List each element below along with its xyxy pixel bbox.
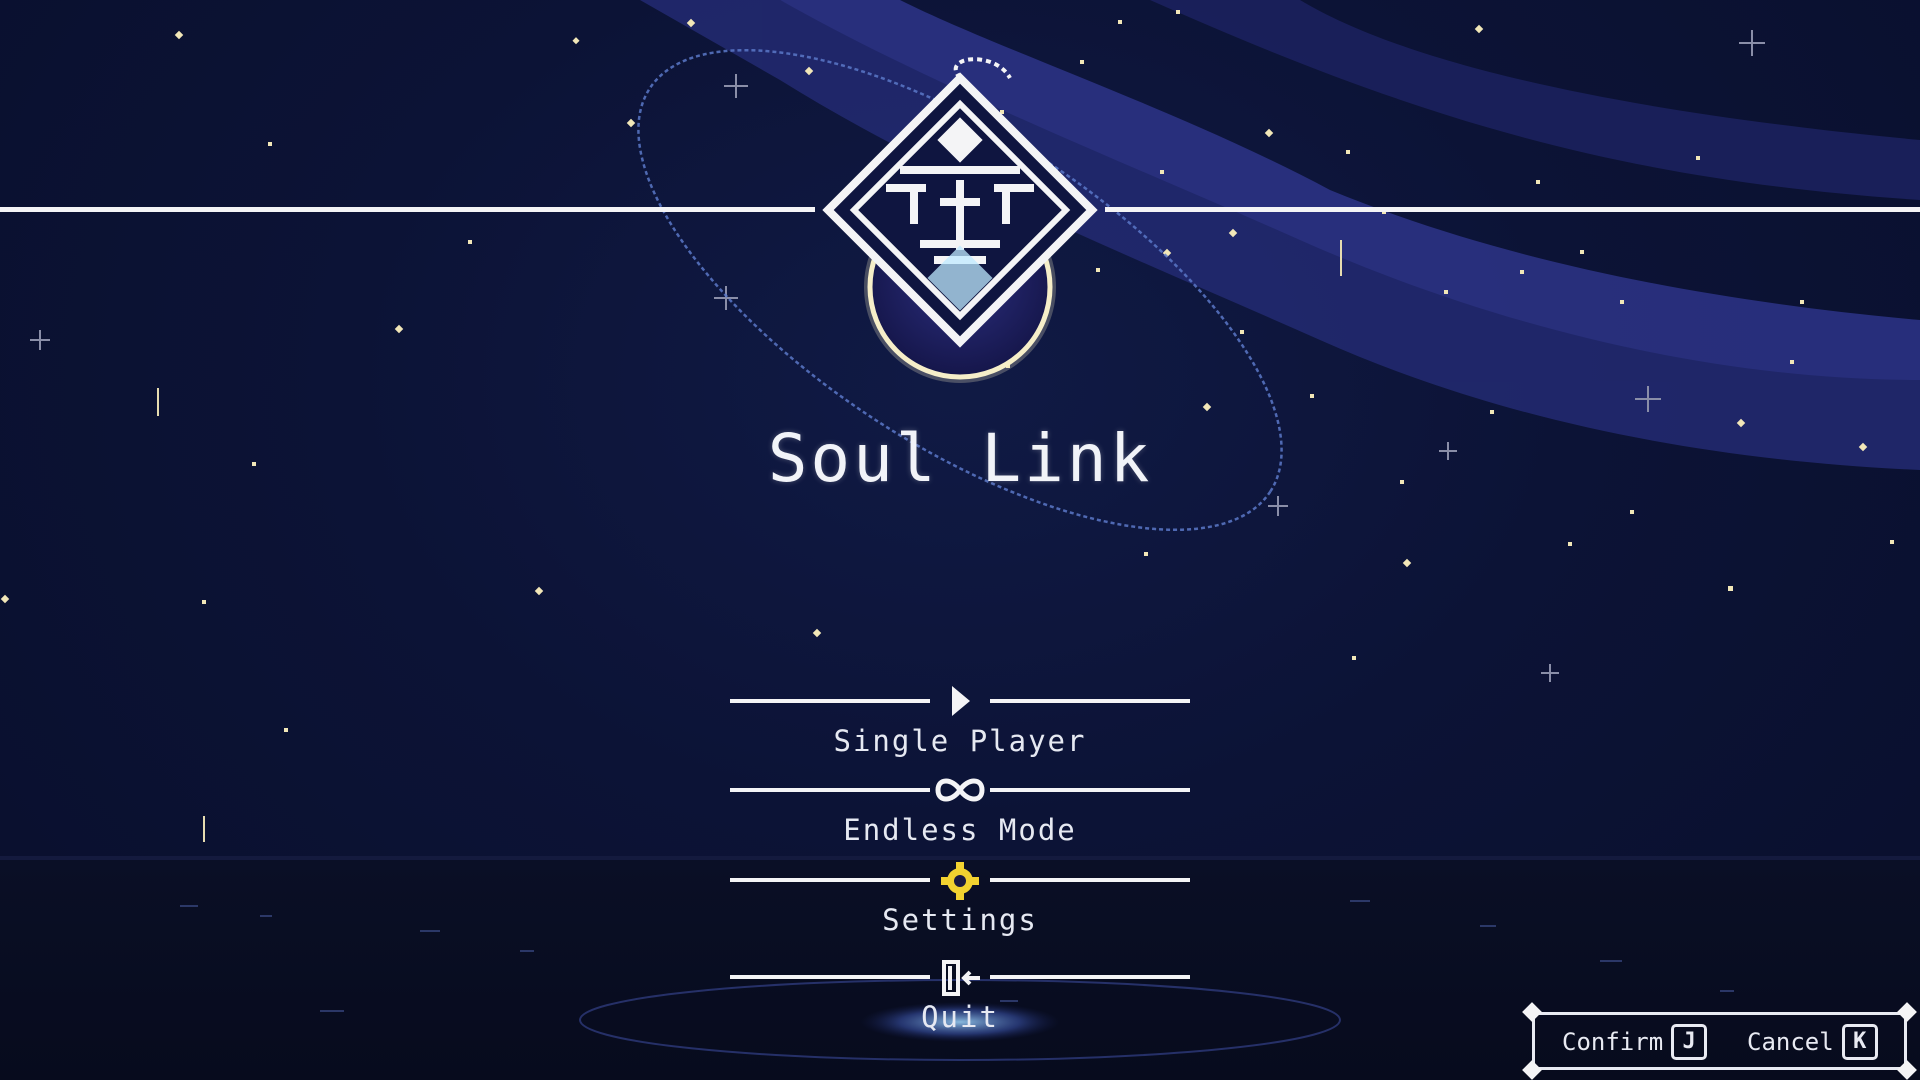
single-player-label: Single Player bbox=[833, 724, 1087, 758]
nebula-band bbox=[640, 0, 1920, 470]
cancel-hint[interactable]: Cancel K bbox=[1747, 1024, 1878, 1060]
settings-button[interactable]: Settings bbox=[730, 863, 1190, 937]
main-menu-screen: Soul Link Single Player Endless Mode Set… bbox=[0, 0, 1920, 1080]
divider-line bbox=[990, 699, 1190, 703]
divider-line bbox=[730, 788, 930, 792]
divider-line bbox=[730, 975, 930, 979]
gear-icon bbox=[940, 863, 980, 897]
single-player-button[interactable]: Single Player bbox=[730, 684, 1190, 758]
infinity-icon bbox=[940, 773, 980, 807]
endless-mode-label: Endless Mode bbox=[843, 813, 1077, 847]
game-title: Soul Link bbox=[767, 420, 1153, 497]
divider-line bbox=[990, 878, 1190, 882]
endless-mode-button[interactable]: Endless Mode bbox=[730, 773, 1190, 847]
settings-label: Settings bbox=[882, 903, 1038, 937]
cancel-label: Cancel bbox=[1747, 1028, 1834, 1056]
divider-line bbox=[730, 878, 930, 882]
confirm-label: Confirm bbox=[1562, 1028, 1664, 1056]
exit-door-icon bbox=[940, 960, 980, 994]
divider-line bbox=[990, 975, 1190, 979]
divider-line bbox=[990, 788, 1190, 792]
quit-label: Quit bbox=[921, 1000, 999, 1034]
play-arrow-icon bbox=[940, 684, 980, 718]
cancel-key-icon: K bbox=[1841, 1024, 1878, 1060]
confirm-key-icon: J bbox=[1671, 1024, 1708, 1060]
controls-hint-bar: Confirm J Cancel K bbox=[1522, 1002, 1917, 1080]
quit-button[interactable]: Quit bbox=[730, 960, 1190, 1034]
confirm-hint[interactable]: Confirm J bbox=[1562, 1024, 1708, 1060]
divider-line bbox=[730, 699, 930, 703]
